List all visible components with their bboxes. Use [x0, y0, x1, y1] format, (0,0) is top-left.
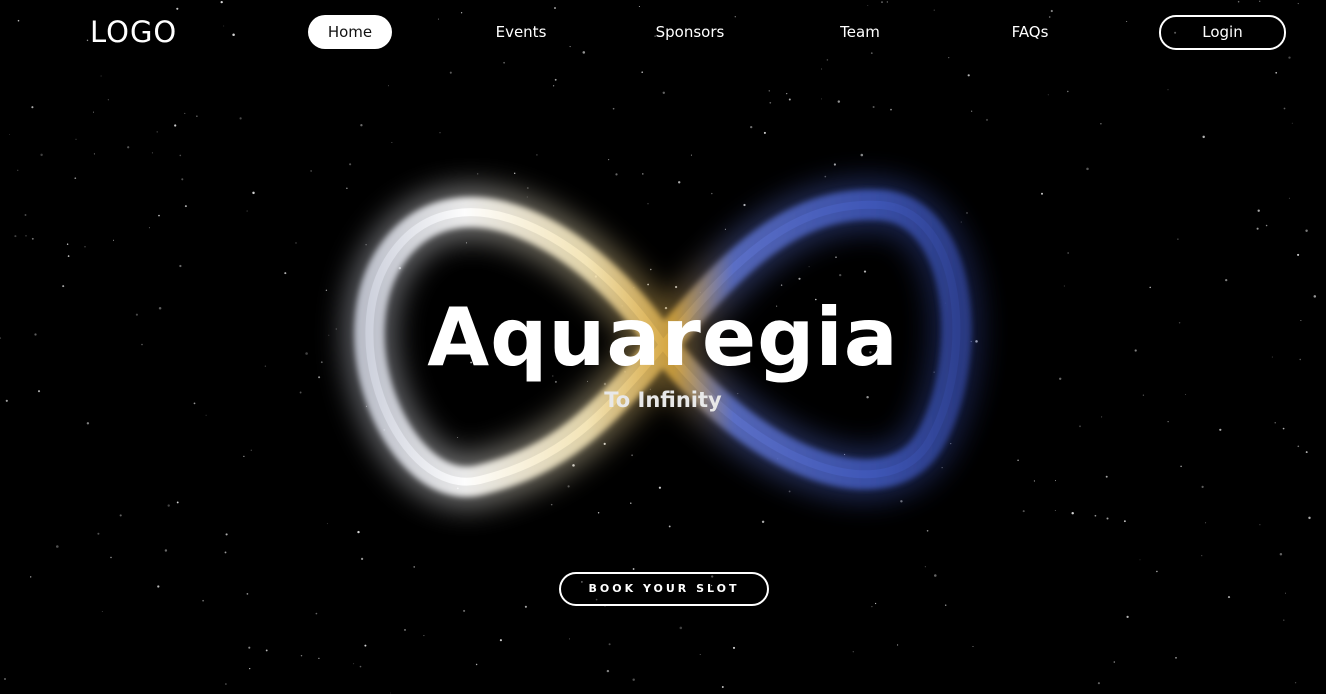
hero-subtitle: To Infinity: [604, 388, 722, 412]
book-slot-button[interactable]: BOOK YOUR SLOT: [559, 572, 769, 606]
hero-title: Aquaregia: [427, 291, 899, 384]
